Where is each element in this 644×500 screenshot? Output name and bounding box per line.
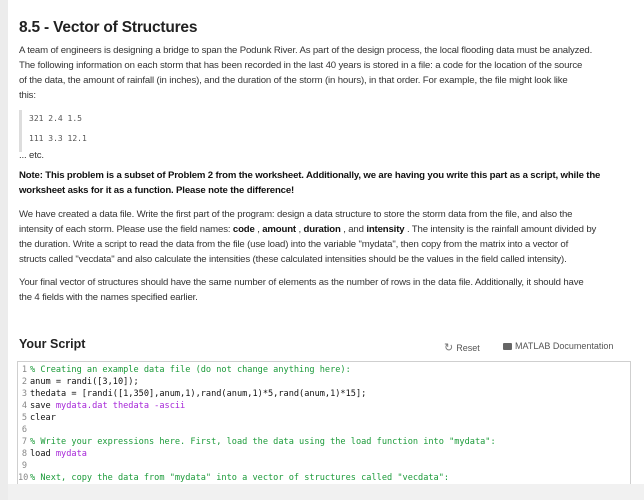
reset-button[interactable]: ↻ Reset — [444, 341, 480, 354]
example-file-block — [19, 110, 22, 152]
line-number: 3 — [21, 389, 27, 399]
code-comment: % Write your expressions here. First, lo… — [30, 437, 496, 447]
code-line[interactable]: 6 — [18, 424, 30, 436]
line-number: 4 — [21, 401, 27, 411]
code-comment: % Next, copy the data from "mydata" into… — [30, 473, 450, 483]
code-line[interactable]: 4 save mydata.dat thedata -ascii — [18, 400, 185, 412]
field-code: code — [232, 224, 255, 235]
code-text: save — [30, 401, 56, 411]
code-text: load — [30, 449, 56, 459]
text: . The intensity is the rainfall amount d… — [404, 224, 597, 235]
text: intensity of each storm. Please use the … — [19, 224, 233, 235]
text: , and — [340, 224, 367, 235]
code-line[interactable]: 5 clear — [18, 412, 56, 424]
matlab-documentation-link[interactable]: MATLAB Documentation — [503, 341, 613, 351]
intro-line: of the data, the amount of rainfall (in … — [19, 75, 568, 86]
text: , — [295, 224, 304, 235]
line-number: 7 — [21, 437, 27, 447]
code-line[interactable]: 9 — [18, 460, 30, 472]
code-string: mydata.dat thedata -ascii — [55, 401, 186, 411]
reset-icon: ↻ — [444, 342, 454, 354]
code-text: anum = randi([3,10]); — [30, 377, 139, 387]
book-icon — [503, 342, 512, 350]
code-line[interactable]: 10% Next, copy the data from "mydata" in… — [18, 472, 449, 484]
code-text: clear — [30, 413, 56, 423]
intro-line: this: — [19, 90, 36, 101]
code-line[interactable]: 3 thedata = [randi([1,350],anum,1),rand(a… — [18, 388, 367, 400]
line-number: 10 — [18, 473, 29, 483]
code-string: mydata — [55, 449, 87, 459]
docs-label: MATLAB Documentation — [515, 341, 614, 351]
code-line[interactable]: 2 anum = randi([3,10]); — [18, 376, 139, 388]
description-line: structs called "vecdata" and also calcul… — [19, 254, 567, 265]
field-amount: amount — [262, 224, 296, 235]
code-line[interactable]: 8 load mydata — [18, 448, 87, 460]
intro-line: The following information on each storm … — [19, 60, 583, 71]
description-line: intensity of each storm. Please use the … — [19, 224, 596, 235]
code-text: thedata = [randi([1,350],anum,1),rand(an… — [30, 389, 367, 399]
page-footer-bg — [8, 484, 644, 500]
line-number: 9 — [21, 461, 27, 471]
field-duration: duration — [303, 224, 341, 235]
code-comment: % Creating an example data file (do not … — [30, 365, 351, 375]
intro-line: A team of engineers is designing a bridg… — [19, 45, 593, 56]
code-line[interactable]: 7% Write your expressions here. First, l… — [18, 436, 496, 448]
line-number: 5 — [21, 413, 27, 423]
note-line: Note: This problem is a subset of Proble… — [19, 170, 601, 181]
line-number: 1 — [21, 365, 27, 375]
reset-label: Reset — [456, 342, 480, 353]
note-line: worksheet asks for it as a function. Ple… — [19, 185, 295, 196]
code-line[interactable]: 1% Creating an example data file (do not… — [18, 364, 351, 376]
line-number: 2 — [21, 377, 27, 387]
etc-text: ... etc. — [19, 150, 44, 161]
description-line: We have created a data file. Write the f… — [19, 209, 573, 220]
example-line: 111 3.3 12.1 — [29, 134, 87, 143]
requirement-line: Your final vector of structures should h… — [19, 277, 584, 288]
code-editor[interactable]: 1% Creating an example data file (do not… — [17, 361, 631, 485]
line-number: 8 — [21, 449, 27, 459]
requirement-line: the 4 fields with the names specified ea… — [19, 292, 198, 303]
page-title: 8.5 - Vector of Structures — [19, 19, 198, 36]
line-number: 6 — [21, 425, 27, 435]
left-gutter — [0, 0, 8, 500]
example-line: 321 2.4 1.5 — [29, 114, 82, 123]
description-line: the duration. Write a script to read the… — [19, 239, 569, 250]
script-header: Your Script — [19, 337, 86, 351]
field-intensity: intensity — [366, 224, 405, 235]
